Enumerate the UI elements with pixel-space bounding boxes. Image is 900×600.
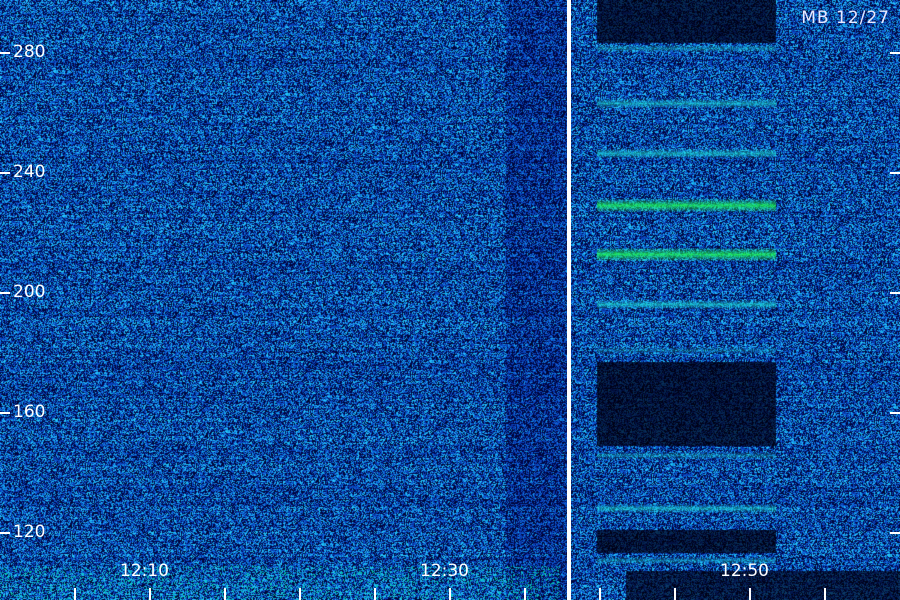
spectrogram-canvas [0, 0, 900, 600]
x-tick [74, 588, 76, 600]
y-tick-label-120: 120 [13, 522, 46, 542]
x-tick [374, 588, 376, 600]
y-tick-label-240: 240 [13, 162, 46, 182]
y-tick-left [0, 52, 10, 54]
x-tick [524, 588, 526, 600]
y-tick-left [0, 292, 10, 294]
x-tick [299, 588, 301, 600]
x-tick-label-1230: 12:30 [420, 561, 469, 581]
y-tick-left [0, 412, 10, 414]
y-tick-label-280: 280 [13, 42, 46, 62]
caption-label: MB 12/27 [801, 8, 890, 28]
x-tick [599, 588, 601, 600]
y-tick-right [890, 172, 900, 174]
y-tick-right [890, 532, 900, 534]
x-tick [824, 588, 826, 600]
x-tick [449, 588, 451, 600]
x-tick [749, 588, 751, 600]
y-tick-right [890, 292, 900, 294]
y-tick-left [0, 532, 10, 534]
x-tick [674, 588, 676, 600]
time-divider-line [567, 0, 571, 600]
y-tick-right [890, 52, 900, 54]
spectrogram-view: 280 240 200 160 120 12:10 12:30 12:50 MB… [0, 0, 900, 600]
y-tick-label-160: 160 [13, 402, 46, 422]
y-tick-label-200: 200 [13, 282, 46, 302]
y-tick-left [0, 172, 10, 174]
x-tick-label-1210: 12:10 [120, 561, 169, 581]
x-tick [149, 588, 151, 600]
x-tick-label-1250: 12:50 [720, 561, 769, 581]
y-tick-right [890, 412, 900, 414]
x-tick [224, 588, 226, 600]
